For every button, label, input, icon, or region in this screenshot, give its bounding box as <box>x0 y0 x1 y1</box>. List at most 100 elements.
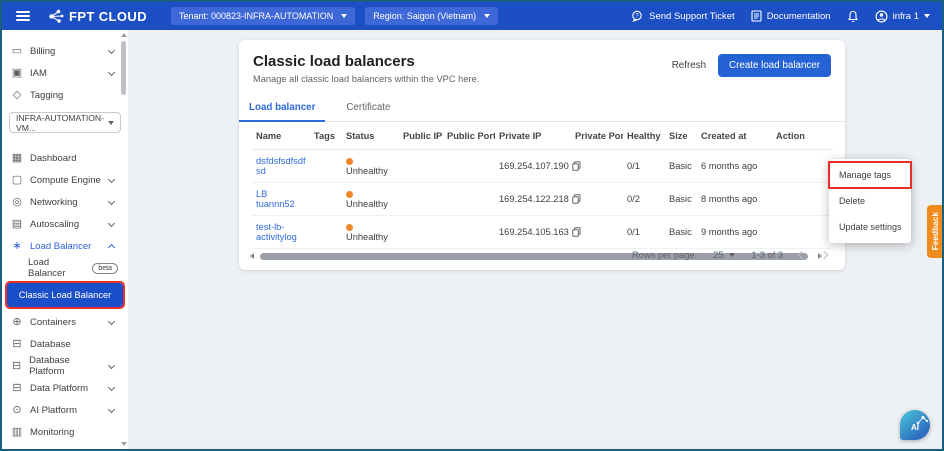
status-cell: Unhealthy <box>342 183 399 216</box>
support-ticket-icon: ? <box>631 10 644 22</box>
sidebar-subitem-load-balancer-beta[interactable]: Load Balancer beta <box>2 257 128 279</box>
lb-name-link[interactable]: LB tuannn52 <box>256 189 295 209</box>
rows-per-page-value: 25 <box>713 250 723 260</box>
iam-icon: ▣ <box>11 68 23 79</box>
sidebar-item-database-platform[interactable]: ⊟ Database Platform <box>2 355 128 377</box>
project-select[interactable]: INFRA-AUTOMATION-VM... <box>9 112 121 133</box>
sidebar-item-ai-platform[interactable]: ⊙ AI Platform <box>2 399 128 421</box>
next-page-button[interactable] <box>820 251 828 259</box>
chevron-down-icon <box>108 317 115 324</box>
chevron-down-icon <box>341 14 347 18</box>
chevron-down-icon <box>108 219 115 226</box>
sidebar-item-label: Tagging <box>30 90 63 101</box>
sidebar-item-containers[interactable]: ⊕ Containers <box>2 311 128 333</box>
scroll-down-icon[interactable] <box>121 442 127 446</box>
tab-bar: Load balancer Certificate <box>239 96 845 122</box>
sidebar-item-label: Autoscaling <box>30 219 79 230</box>
tag-icon: ◇ <box>11 90 23 101</box>
sidebar-item-tagging[interactable]: ◇ Tagging <box>2 84 128 106</box>
sidebar: ▭ Billing ▣ IAM ◇ Tagging INFRA-AUTOMATI… <box>2 30 128 449</box>
tags-cell <box>310 150 342 183</box>
user-avatar-icon <box>875 10 888 23</box>
rows-per-page-select[interactable]: 25 <box>713 250 735 260</box>
topbar-right: ? Send Support Ticket Documentation <box>631 10 930 23</box>
sidebar-item-label: Database <box>30 339 71 350</box>
sidebar-item-autoscaling[interactable]: ▤ Autoscaling <box>2 213 128 235</box>
size-cell: Basic <box>665 150 697 183</box>
public-port-cell <box>443 150 495 183</box>
sidebar-item-iam[interactable]: ▣ IAM <box>2 62 128 84</box>
logo-text: FPT CLOUD <box>69 9 147 24</box>
refresh-button[interactable]: Refresh <box>672 60 706 71</box>
rows-per-page-label: Rows per page: <box>632 250 697 260</box>
chevron-down-icon <box>729 253 735 257</box>
col-status: Status <box>342 122 399 150</box>
sidebar-subitem-classic-load-balancer[interactable]: Classic Load Balancer <box>7 283 123 307</box>
table-header-row: Name Tags Status Public IP Public Port P… <box>252 122 832 150</box>
region-dropdown[interactable]: Region: Saigon (Vietnam) <box>365 7 498 25</box>
sidebar-item-database[interactable]: ⊟ Database <box>2 333 128 355</box>
sidebar-item-data-platform[interactable]: ⊟ Data Platform <box>2 377 128 399</box>
created-at-cell: 8 months ago <box>697 183 772 216</box>
create-load-balancer-button[interactable]: Create load balancer <box>718 54 831 77</box>
sidebar-item-networking[interactable]: ◎ Networking <box>2 191 128 213</box>
tenant-label: Tenant: 000823-INFRA-AUTOMATION <box>179 11 333 21</box>
lb-name-link[interactable]: test-lb-activitylog <box>256 222 297 242</box>
sidebar-item-billing[interactable]: ▭ Billing <box>2 40 128 62</box>
tab-certificate[interactable]: Certificate <box>325 96 411 121</box>
col-public-port: Public Port <box>443 122 495 150</box>
scroll-up-icon[interactable] <box>121 33 127 37</box>
col-tags: Tags <box>310 122 342 150</box>
send-support-ticket-link[interactable]: ? Send Support Ticket <box>631 10 735 22</box>
containers-icon: ⊕ <box>11 317 23 328</box>
previous-page-button[interactable] <box>798 251 806 259</box>
database-platform-icon: ⊟ <box>11 361 22 372</box>
tenant-dropdown[interactable]: Tenant: 000823-INFRA-AUTOMATION <box>171 7 355 25</box>
beta-badge: beta <box>92 263 118 274</box>
menu-item-manage-tags[interactable]: Manage tags <box>829 162 911 188</box>
sidebar-item-dashboard[interactable]: ▦ Dashboard <box>2 147 128 169</box>
copy-icon[interactable] <box>572 161 581 171</box>
sidebar-item-label: Load Balancer <box>30 241 91 252</box>
ai-label: AI <box>911 424 919 432</box>
sidebar-item-label: Monitoring <box>30 427 74 438</box>
sidebar-item-load-balancer[interactable]: ∗ Load Balancer <box>2 235 128 257</box>
documentation-icon <box>751 10 762 22</box>
healthy-cell: 0/2 <box>623 183 665 216</box>
sidebar-item-label: Dashboard <box>30 153 76 164</box>
lb-name-link[interactable]: dsfdsfsdfsdfsd <box>256 156 306 176</box>
sidebar-item-label: IAM <box>30 68 47 79</box>
user-menu[interactable]: infra 1 <box>875 10 930 23</box>
sidebar-item-monitoring[interactable]: ▥ Monitoring <box>2 421 128 443</box>
created-at-cell: 6 months ago <box>697 150 772 183</box>
public-port-cell <box>443 183 495 216</box>
support-label: Send Support Ticket <box>649 11 735 22</box>
bell-icon[interactable] <box>847 10 859 23</box>
sidebar-item-label: Load Balancer <box>28 257 87 279</box>
feedback-tab[interactable]: Feedback <box>927 205 942 258</box>
menu-item-update-settings[interactable]: Update settings <box>829 214 911 240</box>
monitoring-icon: ▥ <box>11 427 23 438</box>
sidebar-item-label: Database Platform <box>29 355 102 377</box>
chevron-down-icon <box>108 68 115 75</box>
molecule-icon <box>915 415 929 426</box>
table-row: LB tuannn52 Unhealthy 169.254.122.218 0/… <box>252 183 832 216</box>
menu-item-delete[interactable]: Delete <box>829 188 911 214</box>
documentation-link[interactable]: Documentation <box>751 10 831 22</box>
sidebar-scrollbar[interactable] <box>120 33 127 446</box>
feedback-label: Feedback <box>930 212 940 250</box>
menu-icon[interactable] <box>16 11 30 21</box>
chevron-down-icon <box>108 175 115 182</box>
autoscaling-icon: ▤ <box>11 219 23 230</box>
row-action-context-menu: Manage tags Delete Update settings <box>829 159 911 243</box>
molecule-logo-icon <box>48 9 64 24</box>
copy-icon[interactable] <box>572 227 581 237</box>
networking-icon: ◎ <box>11 197 23 208</box>
ai-assistant-button[interactable]: AI <box>900 410 930 440</box>
sidebar-item-compute-engine[interactable]: ▢ Compute Engine <box>2 169 128 191</box>
sidebar-item-label: Compute Engine <box>30 175 101 186</box>
scrollbar-thumb[interactable] <box>121 41 126 95</box>
copy-icon[interactable] <box>572 194 581 204</box>
chevron-down-icon <box>108 383 115 390</box>
tab-load-balancer[interactable]: Load balancer <box>239 96 325 122</box>
